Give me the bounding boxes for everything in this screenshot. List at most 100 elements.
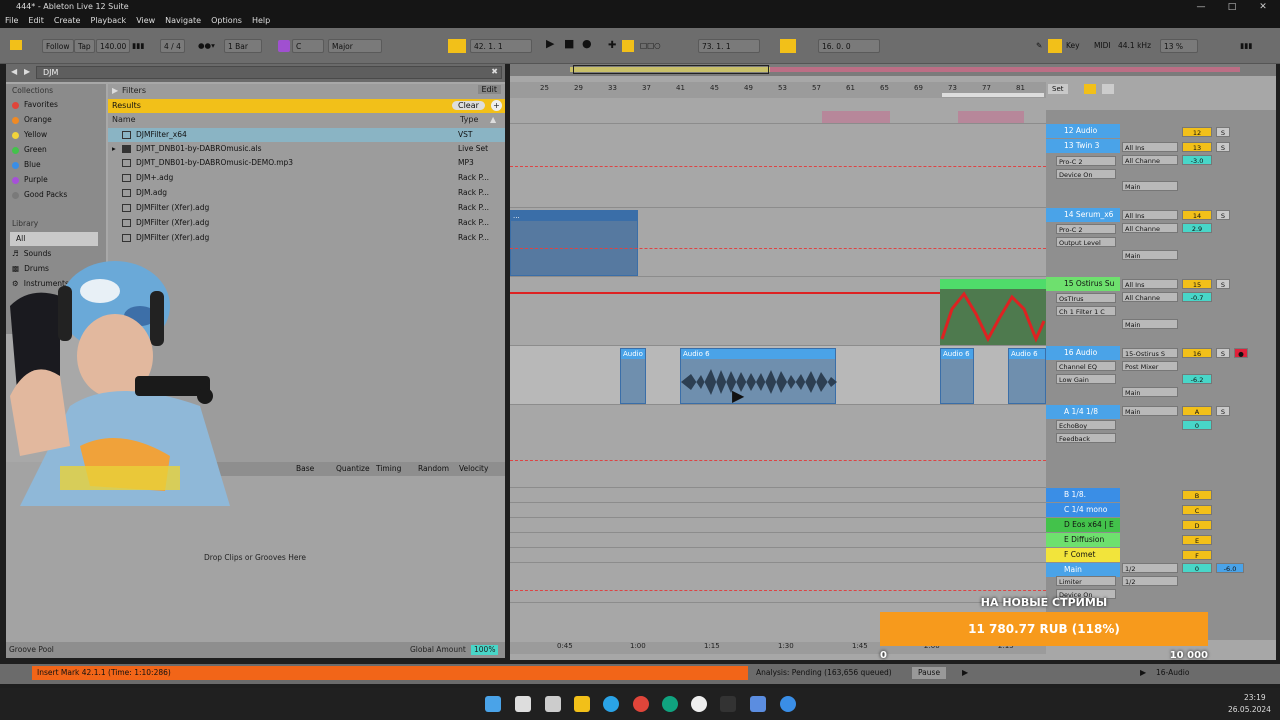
list-item[interactable]: DJMFilter (Xfer).adg Rack P...: [108, 216, 505, 230]
collection-blue[interactable]: Blue: [12, 158, 41, 172]
volume-field[interactable]: 0: [1182, 420, 1212, 430]
draw-toggle-icon[interactable]: [1084, 84, 1096, 94]
list-item[interactable]: DJM.adg Rack P...: [108, 186, 505, 200]
input-select[interactable]: All Ins: [1122, 210, 1178, 220]
maximize-icon[interactable]: □: [1217, 0, 1247, 14]
output-select[interactable]: Main: [1122, 181, 1178, 191]
view-toggle-icon[interactable]: [10, 40, 22, 50]
overdub-icon[interactable]: ✚: [608, 39, 616, 53]
loop-brace[interactable]: [942, 93, 1044, 97]
search-input[interactable]: DJM: [43, 68, 58, 77]
collection-good-packs[interactable]: Good Packs: [12, 188, 67, 202]
main-input-select[interactable]: 1/2: [1122, 563, 1178, 573]
ostirus-clip[interactable]: [940, 279, 1046, 345]
return-letter[interactable]: C: [1182, 505, 1212, 515]
solo-button[interactable]: S: [1216, 127, 1230, 137]
volume-field[interactable]: -0.7: [1182, 292, 1212, 302]
ableton-live-icon[interactable]: [720, 696, 736, 712]
loop-start-field[interactable]: 73. 1. 1: [698, 39, 760, 53]
notion-icon[interactable]: [515, 696, 531, 712]
scale-mode-icon[interactable]: [278, 40, 290, 52]
collection-green[interactable]: Green: [12, 143, 47, 157]
solo-button[interactable]: S: [1216, 210, 1230, 220]
input-select[interactable]: All Ins: [1122, 279, 1178, 289]
return-header-d[interactable]: D Eos x64 | E: [1046, 518, 1120, 532]
track-header-13[interactable]: 13 Twin 3: [1046, 139, 1120, 153]
return-lane-c[interactable]: [510, 503, 1046, 518]
track-number[interactable]: 14: [1182, 210, 1212, 220]
main-output-select[interactable]: 1/2: [1122, 576, 1178, 586]
tempo-field[interactable]: 140.00: [96, 39, 131, 53]
device-select[interactable]: Pro-C 2: [1056, 224, 1116, 234]
filters-label[interactable]: Filters: [122, 86, 146, 95]
list-item[interactable]: ▸ DJMT_DNB01-by-DABROmusic.als Live Set: [108, 142, 505, 156]
parameter-select[interactable]: Device On: [1056, 169, 1116, 179]
track-number[interactable]: 13: [1182, 142, 1212, 152]
channel-select[interactable]: All Channe: [1122, 155, 1178, 165]
yandex-icon[interactable]: [691, 696, 707, 712]
audio6-clip[interactable]: Audio 6: [680, 348, 837, 404]
midi-map-label[interactable]: MIDI: [1094, 39, 1111, 53]
arrangement-position-field[interactable]: 42. 1. 1: [470, 39, 532, 53]
chrome-icon[interactable]: [633, 696, 649, 712]
parameter-select[interactable]: Feedback: [1056, 433, 1116, 443]
browser-icon[interactable]: [780, 696, 796, 712]
expand-icon[interactable]: ▶: [962, 668, 968, 677]
edit-button[interactable]: Edit: [477, 85, 501, 94]
parameter-select[interactable]: Output Level: [1056, 237, 1116, 247]
record-icon[interactable]: ●: [582, 37, 592, 51]
track-number[interactable]: 15: [1182, 279, 1212, 289]
solo-button[interactable]: S: [1216, 348, 1230, 358]
clear-button[interactable]: Clear: [452, 101, 485, 110]
menu-file[interactable]: File: [5, 14, 18, 28]
solo-button[interactable]: S: [1216, 406, 1230, 416]
time-signature-field[interactable]: 4 / 4: [160, 39, 185, 53]
collection-purple[interactable]: Purple: [12, 173, 48, 187]
app-icon[interactable]: [750, 696, 766, 712]
output-select[interactable]: Main: [1122, 250, 1178, 260]
automation-arm-icon[interactable]: [622, 40, 634, 52]
solo-button[interactable]: S: [1216, 279, 1230, 289]
output-select[interactable]: Main: [1122, 406, 1178, 416]
metronome-icon[interactable]: ●●▾: [198, 39, 215, 53]
return-letter[interactable]: E: [1182, 535, 1212, 545]
menu-navigate[interactable]: Navigate: [165, 14, 201, 28]
track-header-14[interactable]: 14 Serum_x6: [1046, 208, 1120, 222]
volume-field[interactable]: -6.2: [1182, 374, 1212, 384]
clip-12b[interactable]: [958, 111, 1024, 123]
overview-viewport[interactable]: [573, 65, 769, 74]
expand-icon[interactable]: ▸: [112, 142, 116, 156]
return-header-e[interactable]: E Diffusion: [1046, 533, 1120, 547]
overview-strip[interactable]: [510, 64, 1276, 76]
clip-12a[interactable]: [822, 111, 890, 123]
beat-ruler[interactable]: 25 29 33 37 41 45 49 53 57 61 65 69 73 7…: [510, 82, 1046, 98]
expand-icon[interactable]: ▶: [1140, 668, 1146, 677]
add-icon[interactable]: +: [491, 100, 502, 111]
track-header-15[interactable]: 15 Ostirus Su: [1046, 277, 1120, 291]
loop-switch-icon[interactable]: [780, 39, 796, 53]
return-letter[interactable]: F: [1182, 550, 1212, 560]
stop-icon[interactable]: ■: [564, 37, 574, 51]
return-letter[interactable]: D: [1182, 520, 1212, 530]
calendar-icon[interactable]: [545, 696, 561, 712]
automation-icon[interactable]: [1102, 84, 1114, 94]
follow-button[interactable]: Follow: [42, 39, 74, 53]
audio6-clip[interactable]: Audio 6: [940, 348, 974, 404]
arrangement-record-icon[interactable]: [448, 39, 466, 53]
search-field[interactable]: DJM ✖: [36, 66, 502, 79]
library-all[interactable]: All: [10, 232, 98, 246]
collection-yellow[interactable]: Yellow: [12, 128, 47, 142]
serum-clip[interactable]: ...: [510, 210, 638, 276]
loop-length-field[interactable]: 16. 0. 0: [818, 39, 880, 53]
name-column-header[interactable]: Name: [112, 115, 136, 124]
key-select[interactable]: C: [292, 39, 324, 53]
return-lane-e[interactable]: [510, 533, 1046, 548]
track-header-a[interactable]: A 1/4 1/8: [1046, 405, 1120, 419]
clock-time[interactable]: 23:19: [1244, 693, 1266, 702]
return-letter[interactable]: B: [1182, 490, 1212, 500]
minimize-icon[interactable]: —: [1186, 0, 1216, 14]
return-lane-f[interactable]: [510, 548, 1046, 563]
device-select[interactable]: Pro-C 2: [1056, 156, 1116, 166]
forward-icon[interactable]: ▶: [24, 67, 30, 76]
main-track-header[interactable]: Main: [1046, 563, 1120, 577]
